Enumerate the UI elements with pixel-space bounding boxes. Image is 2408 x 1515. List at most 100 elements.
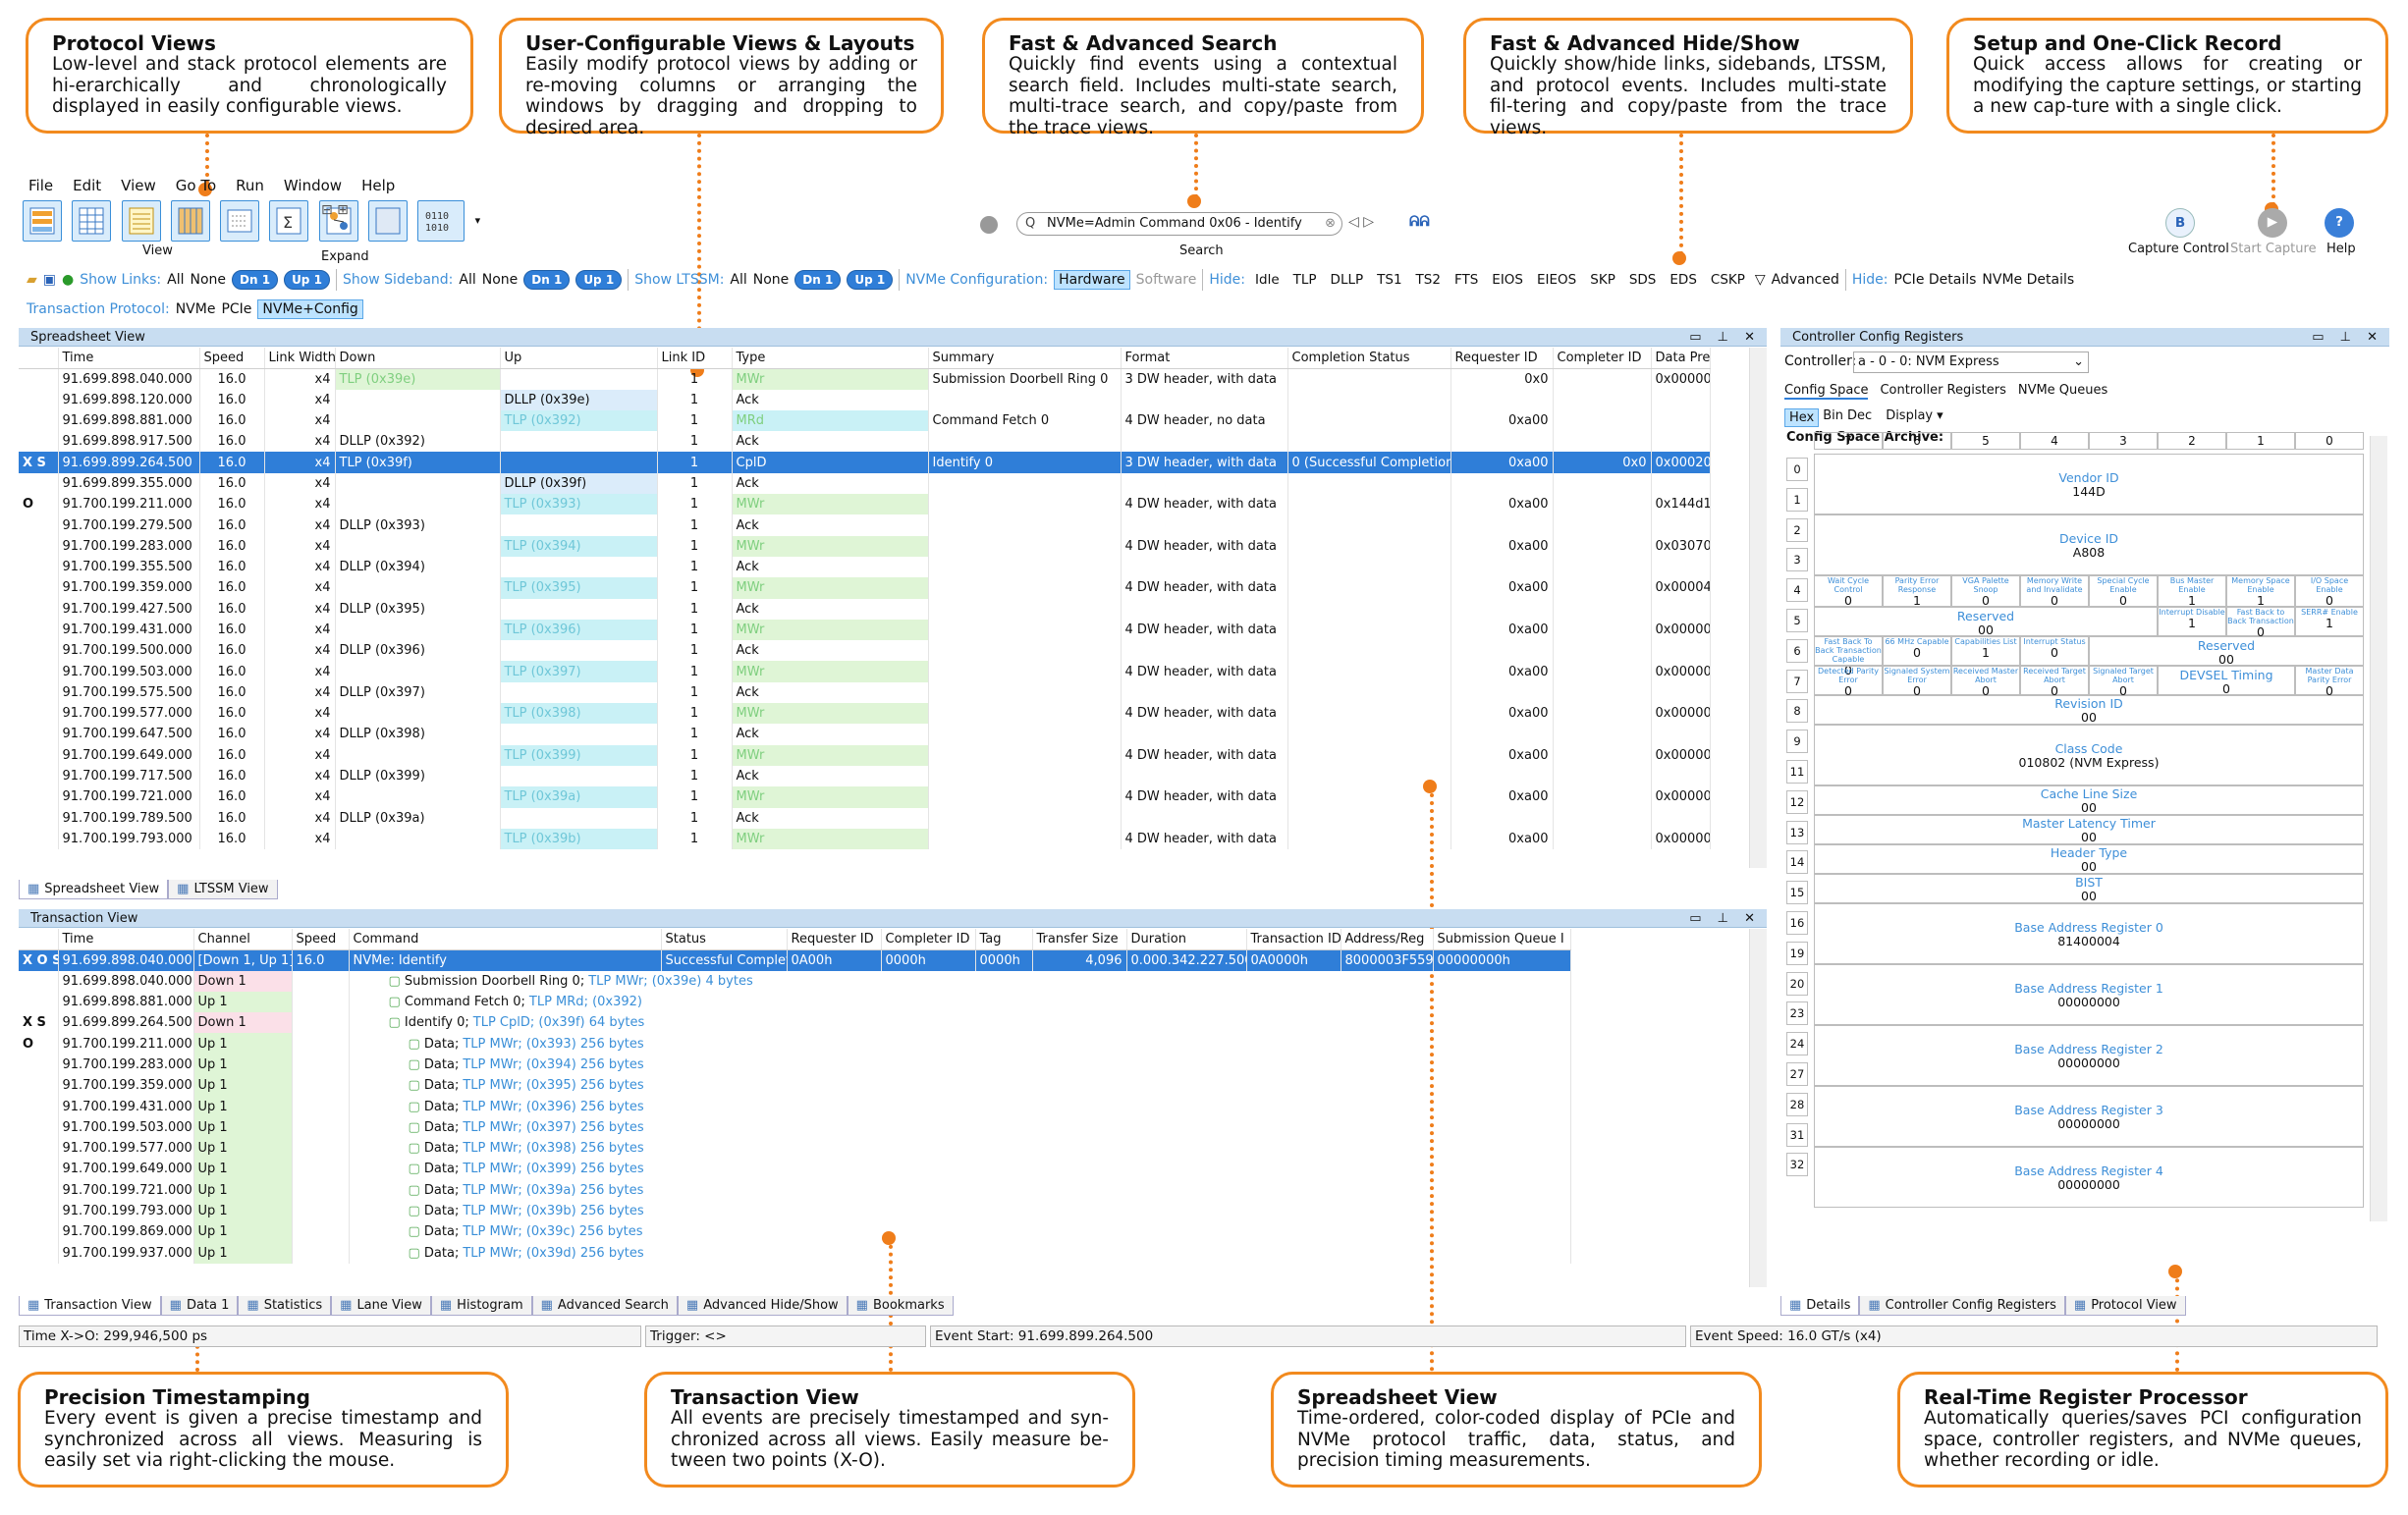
tab-ltssm-view[interactable]: ▦ LTSSM View [168,880,278,899]
column-header[interactable] [19,929,59,950]
expand-box-icon[interactable]: ▢ [409,1120,424,1135]
detail-packet[interactable]: TLP MWr; (0x398) 256 bytes [463,1141,643,1156]
tab-bookmarks[interactable]: ▦ Bookmarks [847,1296,954,1316]
table-row[interactable]: 91.700.199.789.500 16.0 x4 DLLP (0x39a) 1 Ack [19,807,1711,829]
table-row[interactable]: 91.700.199.649.000 16.0 x4 TLP (0x399) 1 MWr 4… [19,744,1711,766]
tab-advanced-search[interactable]: ▦ Advanced Search [531,1296,678,1316]
column-header[interactable]: Data Previ [1651,348,1711,369]
menu-window[interactable]: Window [284,177,342,194]
table-row[interactable]: 91.699.898.040.000 16.0 x4 TLP (0x39e) 1 MWr S… [19,368,1711,390]
menu-help[interactable]: Help [361,177,395,194]
column-header[interactable]: Duration [1126,929,1247,950]
table-row[interactable]: 91.700.199.647.500 16.0 x4 DLLP (0x398) 1 Ack [19,724,1711,745]
sideband-dn1-toggle[interactable]: Dn 1 [523,270,571,290]
status-bit[interactable]: 66 MHz Capable 0 [1883,636,1951,666]
expand-box-icon[interactable]: ▢ [409,1204,424,1218]
command-bit[interactable]: VGA Palette Snoop 0 [1951,575,2020,608]
detail-packet[interactable]: TLP MWr; (0x396) 256 bytes [463,1100,643,1114]
table-row[interactable]: 91.700.199.283.000 Up 1 ▢ Data; TLP MWr; (0… [19,1054,1571,1076]
command-bit[interactable]: I/O Space Enable 0 [2295,575,2364,608]
table-row[interactable]: 91.700.199.577.000 16.0 x4 TLP (0x398) 1 MWr 4… [19,703,1711,725]
device-id-register[interactable]: Device ID A808 [1814,514,2364,575]
blank-view-button[interactable] [368,200,409,242]
column-header[interactable]: Summary [928,348,1122,369]
detail-packet[interactable]: TLP MWr; (0x394) 256 bytes [463,1057,643,1072]
command-bit[interactable]: Fast Back to Back Transaction 0 [2226,607,2295,639]
column-header[interactable]: Type [732,348,929,369]
table-row[interactable]: 91.700.199.431.000 16.0 x4 TLP (0x396) 1 MWr 4… [19,619,1711,641]
column-header[interactable]: Link ID [657,348,733,369]
menu-view[interactable]: View [121,177,156,194]
table-row[interactable]: 91.700.199.577.000 Up 1 ▢ Data; TLP MWr; (0… [19,1137,1571,1160]
registers-scrollbar[interactable] [2370,436,2387,1221]
start-capture-icon[interactable]: ▶ [2258,208,2287,238]
command-bit[interactable]: SERR# Enable 1 [2295,607,2364,636]
table-row[interactable]: 91.700.199.359.000 16.0 x4 TLP (0x395) 1 MWr 4… [19,577,1711,599]
spreadsheet-view-button[interactable] [72,200,112,242]
table-row[interactable]: 91.700.199.355.500 16.0 x4 DLLP (0x394) 1 Ack [19,556,1711,578]
table-row[interactable]: 91.700.199.500.000 16.0 x4 DLLP (0x396) 1 Ack [19,640,1711,662]
table-row[interactable]: 91.700.199.431.000 Up 1 ▢ Data; TLP MWr; (0… [19,1096,1571,1117]
config-register[interactable]: Class Code 010802 (NVM Express) [1814,725,2364,785]
status-bit[interactable]: Capabilities List 1 [1951,636,2020,666]
format-dec[interactable]: Dec [1847,408,1872,427]
table-row[interactable]: 91.699.898.881.000 16.0 x4 TLP (0x392) 1 MRd C… [19,409,1711,432]
statistics-view-button[interactable]: Σ [269,200,309,242]
detail-packet[interactable]: TLP MWr; (0x39a) 256 bytes [463,1183,643,1198]
table-row[interactable]: O 91.700.199.211.000 16.0 x4 TLP (0x393) 1 MWr… [19,494,1711,515]
hide-dllp[interactable]: DLLP [1327,272,1368,288]
table-row[interactable]: 91.700.199.279.500 16.0 x4 DLLP (0x393) 1 Ack [19,514,1711,536]
column-header[interactable]: Completion Status [1287,348,1451,369]
help-icon[interactable]: ? [2325,208,2354,238]
hide-eios[interactable]: EIOS [1488,272,1527,288]
command-bit[interactable]: Bus Master Enable 1 [2158,575,2226,608]
tab-advanced-hide-show[interactable]: ▦ Advanced Hide/Show [677,1296,848,1316]
expand-box-icon[interactable]: ▢ [409,1100,424,1114]
column-header[interactable]: Requester ID [787,929,882,950]
config-register[interactable]: Base Address Register 0 81400004 [1814,903,2364,964]
detail-packet[interactable]: TLP MWr; (0x399) 256 bytes [463,1162,643,1176]
table-row[interactable]: 91.700.199.649.000 Up 1 ▢ Data; TLP MWr; (0… [19,1159,1571,1180]
show-links-none[interactable]: None [191,272,227,288]
column-header[interactable]: Command [349,929,662,950]
status-bit[interactable]: Received Target Abort 0 [2020,666,2089,698]
expand-box-icon[interactable]: ▢ [409,1183,424,1198]
table-row[interactable]: 91.700.199.721.000 Up 1 ▢ Data; TLP MWr; (0… [19,1179,1571,1201]
table-row[interactable]: 91.699.898.881.000 Up 1 ▢ Command Fetch 0;… [19,991,1571,1013]
expand-icon[interactable]: ⊟ ⊞ [321,202,349,218]
pcie-details-toggle[interactable]: PCIe Details [1893,272,1976,288]
sideband-none[interactable]: None [482,272,519,288]
config-register[interactable]: Base Address Register 3 00000000 [1814,1086,2364,1147]
expand-box-icon[interactable]: ▢ [389,995,405,1009]
clear-icon[interactable]: ⊗ [1325,213,1336,235]
dropdown-arrow-icon[interactable]: ▾ [475,214,481,227]
tab-data-1[interactable]: ▦ Data 1 [160,1296,239,1316]
config-register[interactable]: Revision ID 00 [1814,695,2364,725]
spreadsheet-grid[interactable]: Time Speed Link Width Down Up Link ID Type Summ… [19,348,1767,868]
link-dn1-toggle[interactable]: Dn 1 [232,270,279,290]
table-row[interactable]: 91.700.199.937.000 Up 1 ▢ Data; TLP MWr; (0… [19,1242,1571,1264]
status-bit[interactable]: Detected Parity Error 0 [1814,666,1883,698]
link-up1-toggle[interactable]: Up 1 [284,270,330,290]
status-bit[interactable]: Master Data Parity Error 0 [2295,666,2364,698]
hide-skp[interactable]: SKP [1586,272,1619,288]
software-toggle[interactable]: Software [1136,272,1197,288]
tab-statistics[interactable]: ▦ Statistics [238,1296,332,1316]
panel-controls[interactable]: ▭ ⊥ ✕ [1689,328,1761,347]
hide-idle[interactable]: Idle [1251,272,1284,288]
column-header[interactable]: Up [500,348,658,369]
config-register[interactable]: Header Type 00 [1814,844,2364,874]
expand-box-icon[interactable]: ▢ [389,1015,405,1030]
detail-packet[interactable]: TLP CplD; (0x39f) 64 bytes [473,1015,644,1030]
info-icon[interactable]: ● [62,272,74,288]
dropdown-arrow-icon[interactable]: ▾ [1937,408,1943,427]
table-row[interactable]: 91.699.898.120.000 16.0 x4 DLLP (0x39e) 1 Ack [19,389,1711,410]
table-row[interactable]: X S 91.699.899.264.500 Down 1 ▢ Identify 0;… [19,1012,1571,1034]
table-row[interactable]: 91.700.199.575.500 16.0 x4 DLLP (0x397) 1 Ack [19,681,1711,704]
devsel-timing-field[interactable]: DEVSEL Timing 0 [2158,666,2295,696]
hide-tlp[interactable]: TLP [1289,272,1321,288]
search-nav-icon[interactable]: ◁ ▷ [1348,214,1374,230]
display-menu[interactable]: Display [1886,408,1933,427]
transaction-scrollbar[interactable] [1749,929,1767,1287]
protocol-pcie[interactable]: PCIe [221,301,251,317]
